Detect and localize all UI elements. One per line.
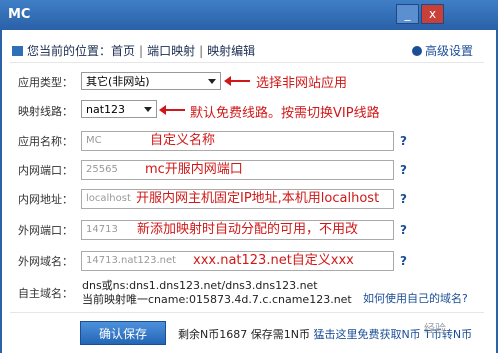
annotation-app-type: 选择非网站应用 (256, 76, 348, 91)
wan-port-label: 外网端口： (18, 224, 73, 237)
title-bar: MC _ x (0, 0, 498, 30)
help-icon[interactable]: ? (400, 254, 407, 268)
home-icon (12, 46, 23, 56)
app-name-label: 应用名称： (18, 135, 73, 148)
help-icon[interactable]: ? (400, 223, 407, 237)
help-icon[interactable]: ? (400, 163, 407, 177)
annotation-wan-port: 新添加映射时自动分配的可用，不用改 (137, 222, 359, 237)
help-icon[interactable]: ? (400, 192, 407, 206)
divider (10, 62, 484, 63)
lan-port-label: 内网端口： (18, 164, 73, 177)
close-button[interactable]: x (421, 4, 444, 24)
annotation-wan-domain: xxx.nat123.net自定义xxx (193, 253, 354, 268)
breadcrumb-prefix: 您当前的位置： (27, 44, 112, 58)
window-title: MC (8, 7, 31, 22)
advanced-settings-label: 高级设置 (425, 44, 474, 58)
breadcrumb-port-mapping-link[interactable]: 端口映射 (147, 44, 195, 58)
annotation-lan-port: mc开服内网端口 (145, 162, 243, 177)
arrow-annotation (159, 105, 185, 115)
gear-icon (412, 46, 422, 56)
app-type-value: 其它(非网站) (86, 75, 150, 88)
help-icon[interactable]: ? (400, 134, 407, 148)
minimize-button[interactable]: _ (396, 4, 419, 24)
app-name-input[interactable]: MC (81, 131, 394, 151)
custom-domain-label: 自主域名： (18, 287, 73, 300)
divider (10, 312, 484, 313)
line-value: nat123 (86, 103, 126, 116)
save-button[interactable]: 确认保存 (80, 321, 166, 345)
breadcrumb-separator: | (199, 44, 204, 58)
app-type-select[interactable]: 其它(非网站) (81, 72, 221, 90)
annotation-line: 默认免费线路。按需切换VIP线路 (190, 106, 380, 121)
app-type-label: 应用类型： (18, 76, 73, 89)
balance-text: 剩余N币1687 保存需1N币 (178, 328, 310, 341)
watermark: 经验 (424, 322, 446, 335)
annotation-lan-addr: 开服内网主机固定IP地址,本机用localhost (136, 191, 380, 206)
get-coins-link[interactable]: 猛击这里免费获取N币 T币转N币 (313, 328, 472, 341)
wan-domain-label: 外网域名： (18, 255, 73, 268)
breadcrumb-current: 映射编辑 (207, 44, 256, 58)
cname-info-line: 当前映射唯一cname:015873.4d.7.c.cname123.net (82, 293, 352, 306)
arrow-annotation (224, 76, 250, 86)
line-label: 映射线路： (18, 105, 73, 118)
chevron-down-icon (208, 79, 216, 84)
annotation-app-name: 自定义名称 (150, 133, 216, 148)
advanced-settings-link[interactable]: 高级设置 (412, 42, 473, 59)
lan-addr-label: 内网地址： (18, 193, 73, 206)
breadcrumb: 您当前的位置：首页 | 端口映射 | 映射编辑 (12, 42, 255, 59)
chevron-down-icon (144, 107, 152, 112)
line-select[interactable]: nat123 (81, 100, 157, 118)
custom-domain-help-link[interactable]: 如何使用自己的域名? (363, 290, 468, 306)
breadcrumb-home-link[interactable]: 首页 (111, 44, 135, 58)
breadcrumb-separator: | (139, 44, 144, 58)
